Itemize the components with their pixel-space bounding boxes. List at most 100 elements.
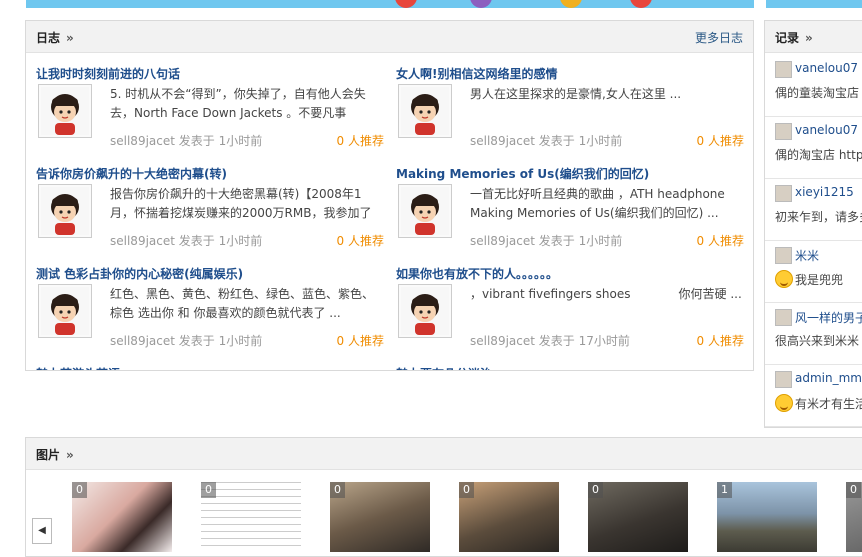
post-time: 1小时前 [218,134,263,148]
record-text: 初来乍到，请多多 [775,210,862,224]
avatar[interactable] [775,371,792,388]
posted-label: 发表于 [538,334,575,348]
photo-image[interactable] [72,482,172,552]
log-entry-excerpt: 红色、黑色、黄色、粉红色、绿色、蓝色、紫色、棕色 选出你 和 你最喜欢的颜色就代… [110,287,375,320]
photo-image[interactable] [459,482,559,552]
log-entry-meta: sell89jacet 发表于 1小时前 [470,232,622,249]
log-entry-meta: sell89jacet 发表于 17小时前 [470,332,630,349]
posted-label: 发表于 [178,134,215,148]
photo-thumbnail[interactable]: 0 [330,482,430,552]
avatar[interactable] [38,184,92,238]
recommend-count[interactable]: 0 人推荐 [337,132,384,149]
recommend-count[interactable]: 0 人推荐 [697,332,744,349]
log-entry-title[interactable]: 让我时时刻刻前进的八句话 [36,65,180,82]
record-user-link[interactable]: admin_mm [795,371,862,385]
double-chevron-icon: » [66,448,74,462]
posted-label: 发表于 [178,334,215,348]
log-entry-title[interactable]: 如果你也有放不下的人。。。。。。 [396,265,558,282]
author-link[interactable]: sell89jacet [110,134,175,148]
photo-thumbnail[interactable]: 0 [459,482,559,552]
photo-image[interactable] [717,482,817,552]
log-entry-title[interactable]: Making Memories of Us(编织我们的回忆) [396,165,649,182]
photo-thumbnail[interactable]: 0 [588,482,688,552]
photo-thumbnail[interactable]: 0 [72,482,172,552]
smiley-icon [775,270,793,288]
logs-title[interactable]: 日志» [36,29,74,46]
log-entry-title[interactable]: 魅力苏游头苏语 [36,365,120,370]
photo-count-badge: 0 [846,482,861,498]
recommend-count[interactable]: 0 人推荐 [337,332,384,349]
record-item: 米米 我是兜兜 [765,243,862,303]
records-header: 记录» [765,21,862,53]
log-entry-excerpt: 男人在这里探求的是豪情,女人在这里 ... [470,87,682,101]
log-entry: 测试 色彩占卦你的内心秘密(纯属娱乐) 红色、黑色、黄色、粉红色、绿色、蓝色、紫色… [36,265,386,365]
author-link[interactable]: sell89jacet [110,234,175,248]
author-link[interactable]: sell89jacet [470,134,535,148]
photo-image[interactable] [330,482,430,552]
avatar[interactable] [38,284,92,338]
logs-panel: 日志» 更多日志 让我时时刻刻前进的八句话 5. 时机从不会“得到”，你失掉了，自… [25,20,754,371]
photo-thumbnail[interactable]: 1 [717,482,817,552]
log-entry: 告诉你房价飙升的十大绝密内幕(转) 报告你房价飙升的十大绝密黑幕(转)【2008年… [36,165,386,265]
photos-header: 图片» [26,438,862,470]
record-text: 偶的淘宝店 http [775,148,862,162]
log-entry-title[interactable]: 测试 色彩占卦你的内心秘密(纯属娱乐) [36,265,243,282]
records-panel: 记录» vanelou07 偶的童装淘宝店 vanelou07 偶的淘宝店 http x… [764,20,862,428]
record-user-link[interactable]: vanelou07 [795,123,858,137]
avatar[interactable] [775,309,792,326]
photo-thumbnail[interactable]: 0 [201,482,301,552]
photo-image[interactable] [201,482,301,552]
avatar[interactable] [775,61,792,78]
record-user-link[interactable]: xieyi1215 [795,185,854,199]
posted-label: 发表于 [538,234,575,248]
avatar[interactable] [398,84,452,138]
photo-image[interactable] [588,482,688,552]
avatar[interactable] [38,84,92,138]
prev-arrow-icon[interactable]: ◀ [32,518,52,544]
record-user-link[interactable]: vanelou07 [795,61,858,75]
avatar[interactable] [775,247,792,264]
log-entry-meta: sell89jacet 发表于 1小时前 [470,132,622,149]
post-time: 1小时前 [578,234,623,248]
log-entry-excerpt: 一首无比好听且经典的歌曲 ，ATH headphone Making Memor… [470,187,725,220]
record-user-link[interactable]: 米米 [795,247,819,264]
avatar[interactable] [398,284,452,338]
recommend-count[interactable]: 0 人推荐 [337,232,384,249]
more-logs-link[interactable]: 更多日志 [695,29,743,46]
post-time: 1小时前 [578,134,623,148]
post-time: 1小时前 [218,234,263,248]
log-entry: 女人啊!别相信这网络里的感情男人在这里探求的是豪情,女人在这里 ... sell8… [396,65,746,165]
avatar[interactable] [775,123,792,140]
photos-panel: 图片» ◀ 0 0 0 0 0 1 0 [25,437,862,557]
avatar[interactable] [775,185,792,202]
avatar[interactable] [398,184,452,238]
recommend-count[interactable]: 0 人推荐 [697,132,744,149]
log-entry-excerpt: 报告你房价飙升的十大绝密黑幕(转)【2008年1月，怀揣着挖煤炭赚来的2000万… [110,187,372,220]
recommend-count[interactable]: 0 人推荐 [697,232,744,249]
author-link[interactable]: sell89jacet [470,234,535,248]
logs-header: 日志» 更多日志 [26,21,753,53]
record-text: 偶的童装淘宝店 [775,86,860,100]
record-user-link[interactable]: 风一样的男子 [795,309,862,326]
photo-count-badge: 0 [72,482,87,498]
log-entry: 魅力要有几分迷治 [396,365,746,370]
photo-count-badge: 0 [459,482,474,498]
double-chevron-icon: » [66,31,74,45]
record-item: vanelou07 偶的童装淘宝店 [765,57,862,117]
photos-title[interactable]: 图片» [36,446,74,463]
photo-count-badge: 1 [717,482,732,498]
record-item: admin_mm 有米才有生活 [765,367,862,427]
record-text: 我是兜兜 [775,270,843,288]
log-entry-title[interactable]: 魅力要有几分迷治 [396,365,492,370]
log-entry-meta: sell89jacet 发表于 1小时前 [110,332,262,349]
photo-thumbnail[interactable]: 0 [846,482,862,552]
log-entry: Making Memories of Us(编织我们的回忆) 一首无比好听且经典的… [396,165,746,265]
double-chevron-icon: » [805,31,813,45]
log-entry-title[interactable]: 告诉你房价飙升的十大绝密内幕(转) [36,165,227,182]
author-link[interactable]: sell89jacet [110,334,175,348]
log-entry: 魅力苏游头苏语 [36,365,386,370]
author-link[interactable]: sell89jacet [470,334,535,348]
log-entry-title[interactable]: 女人啊!别相信这网络里的感情 [396,65,557,82]
record-item: 风一样的男子 很高兴来到米米 [765,305,862,365]
records-title[interactable]: 记录» [775,29,813,46]
